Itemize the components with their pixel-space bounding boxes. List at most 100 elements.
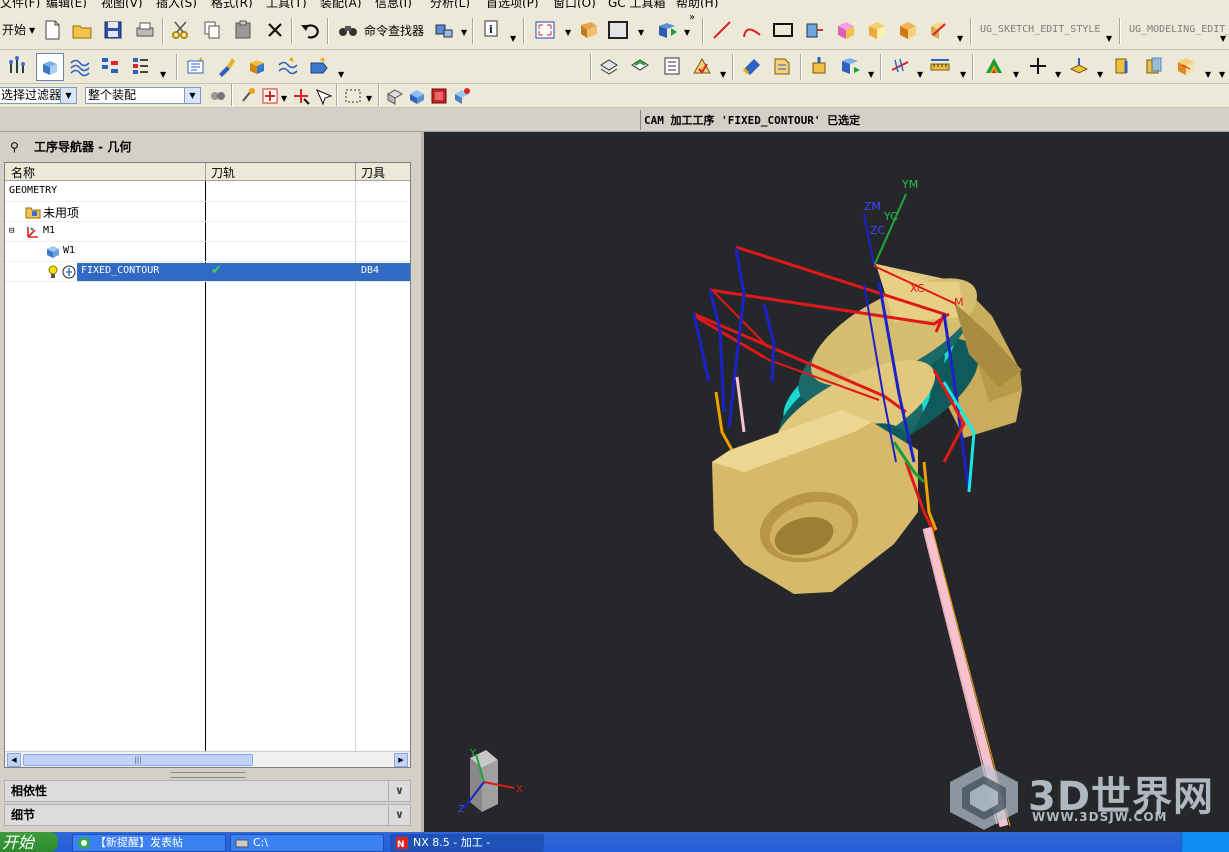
create-geometry-icon[interactable] (245, 54, 269, 78)
postprocess-icon[interactable] (740, 54, 764, 78)
verify-toolpath-icon[interactable] (690, 54, 714, 78)
chevron-down-icon[interactable]: ▼ (957, 34, 963, 43)
quick-pick-icon[interactable] (289, 84, 313, 108)
machine-control-icon[interactable] (838, 54, 862, 78)
machining-method-view-icon[interactable] (98, 54, 122, 78)
column-divider[interactable] (205, 163, 206, 181)
chevron-down-icon[interactable]: ▼ (1220, 34, 1226, 43)
chevron-down-icon[interactable]: ∨ (388, 781, 410, 801)
copy-icon[interactable] (200, 18, 224, 42)
paste-icon[interactable] (231, 18, 255, 42)
solid-body-icon[interactable] (427, 84, 451, 108)
rectangle-icon[interactable] (771, 18, 795, 42)
start-menu-button[interactable]: 开始 (2, 21, 26, 38)
menu-tools[interactable]: 工具(T) (266, 0, 307, 8)
chevron-down-icon[interactable]: ∨ (388, 805, 410, 825)
replay-toolpath-icon[interactable] (628, 54, 652, 78)
chevron-down-icon[interactable]: ▼ (1097, 70, 1103, 79)
sketch-edit-style[interactable]: UG_SKETCH_EDIT_STYLE (980, 24, 1100, 35)
rectangle-select-icon[interactable] (341, 84, 365, 108)
tree-row-fixed-contour[interactable]: FIXED_CONTOUR ✔ DB4 (5, 262, 410, 282)
list-toolpath-icon[interactable] (660, 54, 684, 78)
feed-rate-icon[interactable] (808, 54, 832, 78)
command-finder-label[interactable]: 命令查找器 (364, 22, 424, 39)
shaded-view-icon[interactable] (577, 18, 601, 42)
chevron-down-icon[interactable]: ▼ (1013, 70, 1019, 79)
reset-filter-icon[interactable] (206, 84, 230, 108)
chevron-down-icon[interactable]: ▼ (366, 94, 372, 103)
select-all-icon[interactable] (383, 84, 407, 108)
offset-face-icon[interactable] (1142, 54, 1166, 78)
menu-assembly[interactable]: 装配(A) (320, 0, 362, 8)
background-color-icon[interactable] (606, 18, 630, 42)
analysis-icon[interactable] (982, 54, 1006, 78)
menu-edit[interactable]: 编辑(E) (46, 0, 87, 8)
horizontal-scrollbar[interactable]: ◀ ||| ▶ (5, 751, 410, 767)
intersect-icon[interactable] (927, 18, 951, 42)
snap-point-icon[interactable] (236, 84, 260, 108)
tree-row-geometry[interactable]: GEOMETRY (5, 182, 410, 202)
chevron-down-icon[interactable]: ▼ (510, 34, 516, 43)
point-on-curve-icon[interactable] (258, 84, 282, 108)
chevron-down-icon[interactable]: ▼ (60, 88, 76, 103)
start-button[interactable]: 开始 (0, 832, 58, 852)
delete-icon[interactable] (263, 18, 287, 42)
panel-sash[interactable] (170, 772, 246, 778)
menu-view[interactable]: 视图(V) (101, 0, 143, 8)
column-toolpath[interactable]: 刀轨 (211, 164, 235, 181)
subtract-icon[interactable] (865, 18, 889, 42)
cut-icon[interactable] (169, 18, 193, 42)
create-operation-icon[interactable] (307, 54, 331, 78)
section-details[interactable]: 细节 ∨ (4, 804, 411, 826)
chevron-down-icon[interactable]: ▼ (160, 70, 166, 79)
tree-row-m1[interactable]: ⊟ M1 (5, 222, 410, 242)
menu-format[interactable]: 格式(R) (211, 0, 253, 8)
geometry-view-icon[interactable] (36, 53, 64, 81)
tree-row-w1[interactable]: W1 (5, 242, 410, 262)
cursor-pick-icon[interactable] (311, 84, 335, 108)
undo-icon[interactable] (298, 18, 322, 42)
arc-icon[interactable] (740, 18, 764, 42)
chevron-down-icon[interactable]: ▼ (960, 70, 966, 79)
new-file-icon[interactable] (40, 18, 64, 42)
chevron-down-icon[interactable]: ▼ (184, 88, 200, 103)
scroll-thumb[interactable]: ||| (23, 754, 253, 766)
create-method-icon[interactable] (276, 54, 300, 78)
chevron-down-icon[interactable]: ▼ (1219, 70, 1225, 79)
menu-help[interactable]: 帮助(H) (676, 0, 718, 8)
column-name[interactable]: 名称 (11, 164, 35, 181)
chevron-down-icon[interactable]: ▼ (720, 70, 726, 79)
highlight-body-icon[interactable] (405, 84, 429, 108)
chevron-down-icon[interactable]: ▼ (1106, 34, 1112, 43)
selection-scope-dropdown[interactable]: 整个装配 ▼ (85, 87, 201, 104)
chevron-down-icon[interactable]: ▼ (868, 70, 874, 79)
chevron-down-icon[interactable]: ▼ (1205, 70, 1211, 79)
more-icon[interactable]: » (689, 12, 695, 23)
taskbar-item-nx[interactable]: N NX 8.5 - 加工 - (390, 834, 544, 852)
menu-information[interactable]: 信息(I) (375, 0, 412, 8)
operation-list-icon[interactable] (129, 54, 153, 78)
collapse-icon[interactable]: ⊟ (9, 226, 14, 236)
modeling-edit-style[interactable]: UG_MODELING_EDIT_ (1129, 24, 1229, 35)
create-program-icon[interactable] (184, 54, 208, 78)
chevron-down-icon[interactable]: ▼ (29, 26, 35, 35)
chevron-down-icon[interactable]: ▼ (565, 28, 571, 37)
binoculars-icon[interactable] (336, 18, 360, 42)
generate-toolpath-icon[interactable] (597, 54, 621, 78)
measure-icon[interactable] (928, 54, 952, 78)
assembly-icon[interactable] (432, 18, 456, 42)
menu-window[interactable]: 窗口(O) (553, 0, 596, 8)
machine-tool-view-icon[interactable] (68, 54, 92, 78)
unite-icon[interactable] (896, 18, 920, 42)
datum-plane-icon[interactable] (1067, 54, 1091, 78)
section-dependencies[interactable]: 相依性 ∨ (4, 780, 411, 802)
graphics-window[interactable]: YM YC ZM ZC XC M Y X Z 3D世界网 WWW.3DSJW.C… (421, 132, 1229, 832)
column-tool[interactable]: 刀具 (361, 164, 385, 181)
create-tool-icon[interactable] (214, 54, 238, 78)
program-order-view-icon[interactable] (6, 54, 30, 78)
chevron-down-icon[interactable]: ▼ (281, 94, 287, 103)
tree-row-unused[interactable]: 未用项 (5, 202, 410, 222)
extrude-icon[interactable] (802, 18, 826, 42)
point-icon[interactable] (1026, 54, 1050, 78)
box-icon[interactable] (834, 18, 858, 42)
